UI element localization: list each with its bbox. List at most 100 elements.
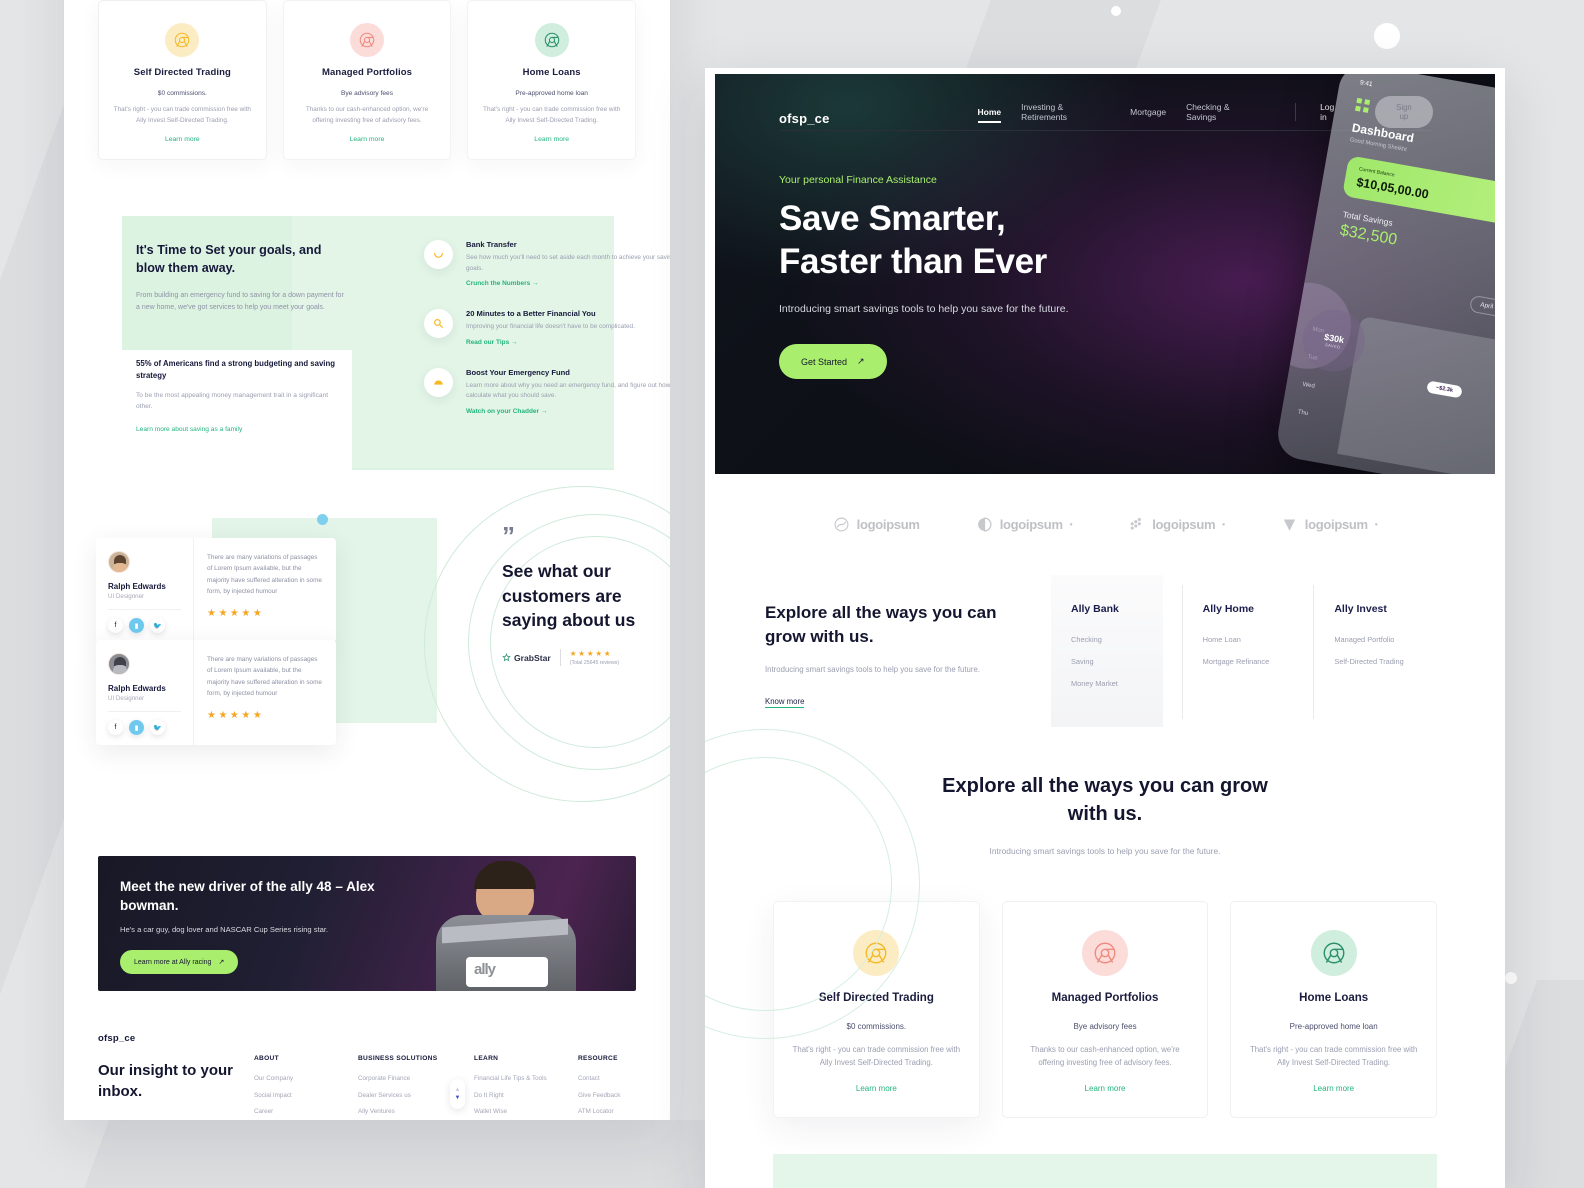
- footer: ofsp_ce Our insight to your inbox. › ABO…: [64, 1033, 670, 1120]
- divider: [1295, 103, 1297, 121]
- screenshot-canvas: Self Directed Trading $0 commissions. Th…: [0, 0, 1584, 1188]
- driver-cta-button[interactable]: Learn more at Ally racing ↗: [120, 950, 239, 975]
- chrome-circle-icon: [350, 23, 384, 57]
- facebook-icon[interactable]: f: [108, 618, 123, 634]
- explore-column-link[interactable]: Money Market: [1071, 679, 1182, 688]
- testimonial-body: There are many variations of passages of…: [194, 640, 336, 745]
- goals-intro: It's Time to Set your goals, and blow th…: [136, 242, 346, 314]
- hero-copy: Your personal Finance Assistance Save Sm…: [779, 174, 1159, 380]
- footer-logo: ofsp_ce: [98, 1033, 136, 1045]
- testimonial-role: UI Designner: [108, 593, 145, 601]
- partner-logo-label: logoipsum: [856, 517, 920, 532]
- footer-link[interactable]: Contact: [578, 1075, 658, 1084]
- partner-logo-label: logoipsum: [1152, 517, 1216, 532]
- footer-link[interactable]: Ally Ventures: [358, 1108, 450, 1117]
- quote-mark-icon: ”: [502, 521, 515, 552]
- footer-link[interactable]: ATM Locator: [578, 1108, 658, 1117]
- learn-more-link[interactable]: Learn more: [111, 136, 254, 143]
- explore-column-link[interactable]: Self-Directed Trading: [1334, 657, 1445, 666]
- product-card-row-top: Self Directed Trading $0 commissions. Th…: [64, 0, 670, 161]
- hero-kicker: Your personal Finance Assistance: [779, 174, 937, 186]
- behance-icon[interactable]: ▮: [129, 720, 144, 736]
- get-started-button[interactable]: Get Started ↗: [779, 344, 887, 380]
- product-card-subtitle: Bye advisory fees: [340, 90, 394, 97]
- goals-item-desc: Improving your financial life doesn't ha…: [466, 323, 635, 331]
- goals-item-link[interactable]: Crunch the Numbers →: [466, 280, 670, 287]
- partner-logo: logoipsum: [833, 516, 920, 533]
- driver-subtitle: He's a car guy, dog lover and NASCAR Cup…: [120, 925, 329, 935]
- explore-column-link[interactable]: Home Loan: [1203, 635, 1314, 644]
- goals-stat-block: 55% of Americans find a strong budgeting…: [136, 358, 344, 433]
- product-card-title: Home Loans: [1299, 991, 1369, 1004]
- goals-stat-link[interactable]: Learn more about saving as a family: [136, 426, 344, 433]
- testimonial-name: Ralph Edwards: [108, 582, 166, 592]
- explore-center-paragraph: Introducing smart savings tools to help …: [989, 846, 1221, 857]
- driver-cta-label: Learn more at Ally racing: [134, 958, 212, 966]
- facebook-icon[interactable]: f: [108, 720, 123, 736]
- product-card-body: Thanks to our cash-enhanced option, we'r…: [305, 106, 429, 124]
- learn-more-link[interactable]: Learn more: [1247, 1084, 1420, 1093]
- site-logo[interactable]: ofsp_ce: [779, 111, 830, 126]
- twitter-icon[interactable]: 🐦: [150, 720, 165, 736]
- product-card-subtitle: Pre-approved home loan: [1289, 1021, 1378, 1031]
- avatar: [108, 653, 130, 676]
- product-card[interactable]: Home Loans Pre-approved home loan That's…: [467, 0, 637, 161]
- footer-link[interactable]: Social Impact: [254, 1092, 334, 1101]
- hero-subtitle: Introducing smart savings tools to help …: [779, 303, 1069, 316]
- twitter-icon[interactable]: 🐦: [150, 618, 165, 634]
- goals-section: It's Time to Set your goals, and blow th…: [64, 216, 670, 471]
- explore-column-link[interactable]: Mortgage Refinance: [1203, 657, 1314, 666]
- goals-item[interactable]: 20 Minutes to a Better Financial You Imp…: [424, 309, 670, 346]
- nav-item-mortgage[interactable]: Mortgage: [1130, 107, 1166, 129]
- dots-cluster-icon: [1130, 517, 1142, 530]
- testimonial-author: Ralph Edwards UI Designner f ▮ 🐦: [96, 538, 194, 644]
- shield-icon: [1283, 519, 1295, 531]
- driver-banner: Meet the new driver of the ally 48 – Ale…: [98, 856, 636, 992]
- goals-item-desc: Learn more about why you need an emergen…: [466, 381, 670, 400]
- product-card-body: That's right - you can trade commission …: [483, 106, 621, 124]
- product-card[interactable]: Managed Portfolios Bye advisory fees Tha…: [282, 0, 452, 161]
- footer-link[interactable]: Financial Life Tips & Tools: [474, 1075, 554, 1084]
- learn-more-link[interactable]: Learn more: [296, 136, 439, 143]
- learn-more-link[interactable]: Learn more: [790, 1084, 963, 1093]
- explore-columns: Ally Bank Checking Saving Money Market A…: [1051, 575, 1445, 727]
- explore-column-title: Ally Home: [1202, 603, 1255, 615]
- hero-title: Save Smarter, Faster than Ever: [779, 198, 1159, 283]
- explore-column-link[interactable]: Managed Portfolio: [1334, 635, 1445, 644]
- day-label: Wed: [1302, 381, 1316, 390]
- background-dot: [1505, 972, 1517, 984]
- month-selector[interactable]: April ▼: [1468, 294, 1495, 319]
- footer-link[interactable]: Career: [254, 1108, 334, 1117]
- know-more-link[interactable]: Know more: [765, 696, 805, 708]
- product-card[interactable]: Self Directed Trading $0 commissions. Th…: [98, 0, 267, 161]
- product-card[interactable]: Home Loans Pre-approved home loan That's…: [1230, 900, 1438, 1118]
- learn-more-link[interactable]: Learn more: [480, 136, 623, 143]
- decorative-rings: [705, 729, 930, 1049]
- product-card[interactable]: Managed Portfolios Bye advisory fees Tha…: [1001, 900, 1209, 1118]
- footer-column: RESOURCE Contact Give Feedback ATM Locat…: [578, 1055, 658, 1120]
- footer-link[interactable]: Dealer Services us: [358, 1092, 450, 1101]
- testimonial-stars: ★★★★★: [207, 709, 265, 721]
- hero-title-line1: Save Smarter,: [779, 199, 1006, 238]
- explore-column-link[interactable]: Saving: [1071, 657, 1182, 666]
- footer-link[interactable]: Give Feedback: [578, 1092, 658, 1101]
- nav-item-home[interactable]: Home: [977, 107, 1001, 129]
- goals-item[interactable]: Bank Transfer See how much you'll need t…: [424, 240, 670, 287]
- footer-link[interactable]: Corporate Finance: [358, 1075, 450, 1084]
- explore-column-link[interactable]: Checking: [1071, 635, 1182, 644]
- goals-item[interactable]: Boost Your Emergency Fund Learn more abo…: [424, 367, 670, 415]
- footer-brand-block: ofsp_ce Our insight to your inbox. ›: [98, 1033, 254, 1120]
- partner-logo-label: logoipsum: [999, 517, 1063, 532]
- learn-more-link[interactable]: Learn more: [1019, 1084, 1192, 1093]
- testimonial-author: Ralph Edwards UI Designner f ▮ 🐦: [96, 640, 194, 746]
- goals-item-link[interactable]: Watch on your Chadder →: [466, 408, 670, 415]
- testimonial-role: UI Designner: [108, 695, 145, 703]
- footer-link[interactable]: Wallet Wise: [474, 1108, 554, 1117]
- behance-icon[interactable]: ▮: [129, 618, 144, 634]
- testimonial-quote: There are many variations of passages of…: [207, 656, 322, 697]
- goals-item-link[interactable]: Read our Tips →: [466, 339, 635, 346]
- footer-link[interactable]: Do It Right: [474, 1092, 554, 1101]
- product-card-title: Managed Portfolios: [322, 67, 412, 78]
- goals-item-desc: See how much you'll need to set aside ea…: [466, 254, 670, 272]
- footer-link[interactable]: Our Company: [254, 1075, 334, 1084]
